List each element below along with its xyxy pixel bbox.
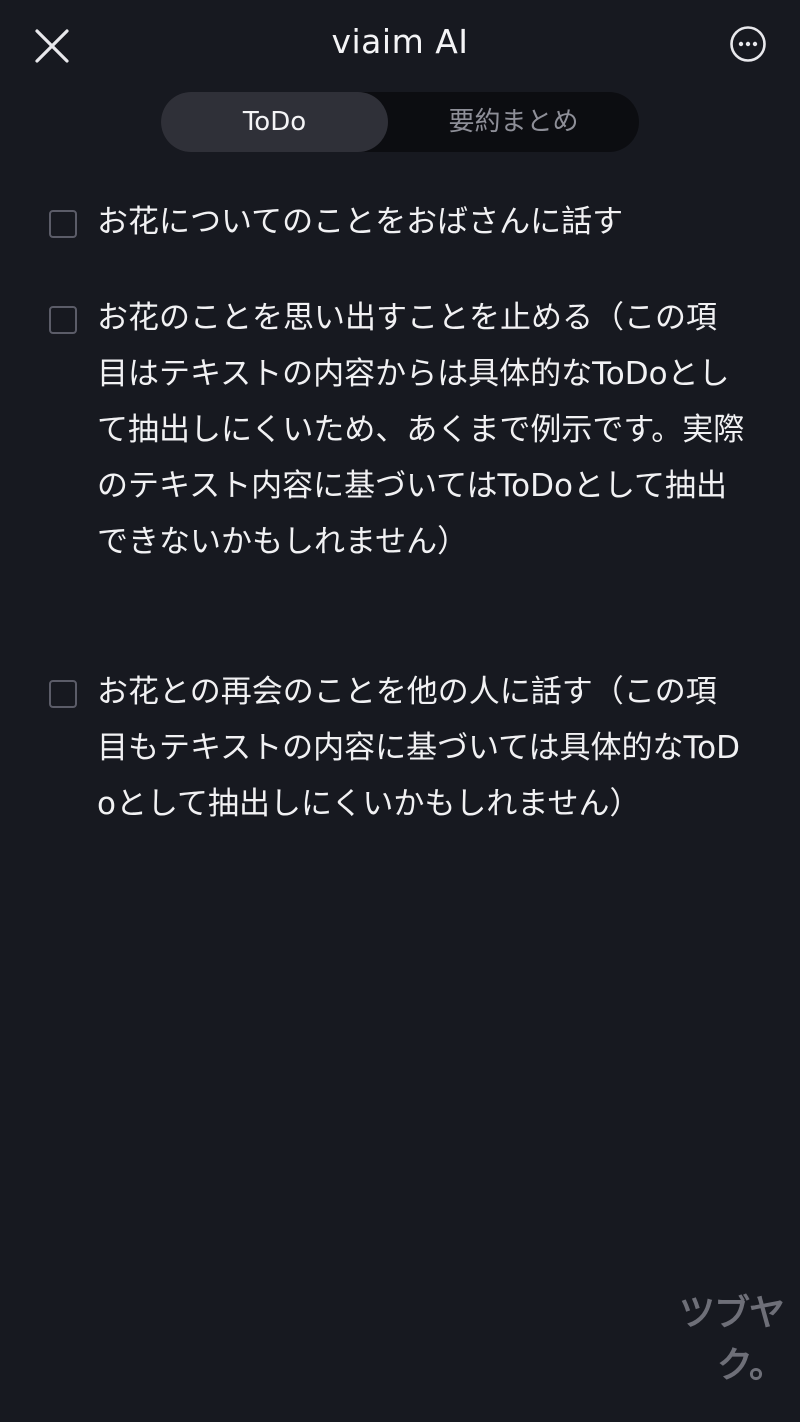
todo-text: お花との再会のことを他の人に話す（この項目もテキストの内容に基づいては具体的なT…: [97, 674, 741, 822]
tab-summary[interactable]: 要約まとめ: [388, 92, 639, 152]
todo-checkbox[interactable]: [49, 210, 77, 238]
watermark-logo: ツブヤク。: [678, 1293, 785, 1386]
todo-checkbox[interactable]: [49, 306, 77, 334]
page-title: viaim AI: [331, 22, 469, 61]
header: viaim AI: [0, 0, 800, 90]
more-options-icon: [730, 26, 766, 62]
tab-todo[interactable]: ToDo: [161, 92, 388, 152]
todo-text: お花のことを思い出すことを止める（この項目はテキストの内容からは具体的なToDo…: [97, 300, 745, 560]
more-options-button[interactable]: [726, 22, 770, 66]
todo-text: お花についてのことをおばさんに話す: [97, 204, 624, 240]
todo-checkbox[interactable]: [49, 680, 77, 708]
tab-switcher: ToDo 要約まとめ: [161, 92, 639, 152]
